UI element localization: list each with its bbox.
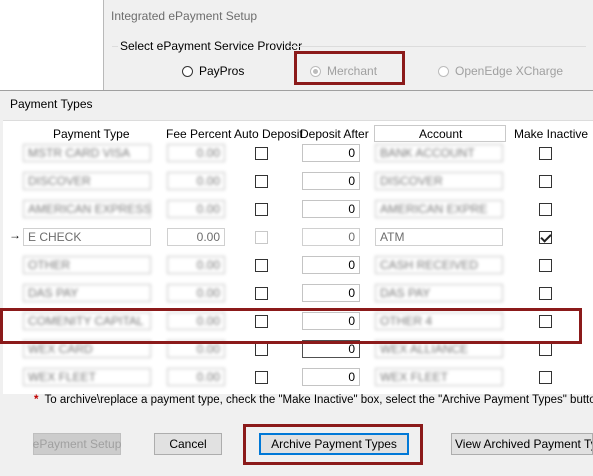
epayment-setup-button[interactable]: ePayment Setup [33, 433, 121, 455]
radio-circle [438, 65, 449, 77]
make-inactive-checkbox[interactable] [539, 287, 552, 300]
auto-deposit-checkbox[interactable] [255, 371, 268, 384]
make-inactive-checkbox[interactable] [539, 231, 552, 244]
auto-deposit-checkbox[interactable] [255, 231, 268, 244]
make-inactive-checkbox[interactable] [539, 371, 552, 384]
payment-type-field[interactable]: E CHECK [23, 228, 151, 246]
desktop-area [0, 0, 103, 90]
make-inactive-checkbox[interactable] [539, 147, 552, 160]
highlight-annotation [0, 308, 582, 344]
payment-type-field[interactable]: DISCOVER [23, 172, 151, 190]
column-header-make-inactive: Make Inactive [514, 127, 589, 141]
fee-percent-field[interactable]: 0.00 [167, 200, 225, 218]
fee-percent-field[interactable]: 0.00 [167, 256, 225, 274]
window-title: Integrated ePayment Setup [111, 9, 258, 23]
payment-types-dialog: Payment Types Payment Type Fee Percent A… [0, 90, 593, 476]
fee-percent-field[interactable]: 0.00 [167, 284, 225, 302]
make-inactive-checkbox[interactable] [539, 203, 552, 216]
column-header-deposit-after: Deposit After [300, 127, 369, 141]
make-inactive-checkbox[interactable] [539, 175, 552, 188]
deposit-after-field[interactable]: 0 [302, 144, 360, 162]
make-inactive-checkbox[interactable] [539, 343, 552, 356]
payment-type-field[interactable]: AMERICAN EXPRESS [23, 200, 151, 218]
provider-openedge-radio[interactable]: OpenEdge XCharge [438, 64, 563, 78]
auto-deposit-checkbox[interactable] [255, 343, 268, 356]
cancel-button[interactable]: Cancel [154, 433, 222, 455]
required-star-icon: * [34, 394, 39, 406]
fee-percent-field[interactable]: 0.00 [167, 144, 225, 162]
payment-type-field[interactable]: DAS PAY [23, 284, 151, 302]
account-field[interactable]: DISCOVER [375, 172, 503, 190]
highlight-annotation [243, 424, 423, 465]
auto-deposit-checkbox[interactable] [255, 287, 268, 300]
make-inactive-checkbox[interactable] [539, 259, 552, 272]
auto-deposit-checkbox[interactable] [255, 203, 268, 216]
auto-deposit-checkbox[interactable] [255, 175, 268, 188]
note-text: To archive\replace a payment type, check… [44, 394, 593, 406]
provider-group-label: Select ePayment Service Provider [120, 39, 303, 53]
dialog-title: Payment Types [10, 97, 93, 111]
payment-type-field[interactable]: WEX FLEET [23, 368, 151, 386]
column-header-account: Account [419, 127, 463, 141]
deposit-after-field[interactable]: 0 [302, 284, 360, 302]
view-archived-payment-types-button[interactable]: View Archived Payment Type [451, 433, 593, 455]
auto-deposit-checkbox[interactable] [255, 147, 268, 160]
table-row: MSTR CARD VISA 0.00 0 BANK ACCOUNT [3, 141, 593, 165]
column-header-auto-deposit: Auto Deposit [234, 127, 303, 141]
fee-percent-field[interactable]: 0.00 [167, 228, 225, 246]
radio-label: OpenEdge XCharge [455, 64, 564, 78]
deposit-after-field[interactable]: 0 [302, 172, 360, 190]
deposit-after-field[interactable]: 0 [302, 368, 360, 386]
account-field[interactable]: ATM [375, 228, 503, 246]
column-header-fee-percent: Fee Percent [166, 127, 232, 141]
radio-label: PayPros [199, 64, 245, 78]
group-border [112, 46, 118, 47]
current-row-arrow-icon: → [9, 228, 21, 242]
table-row: WEX FLEET 0.00 0 WEX FLEET [3, 365, 593, 389]
deposit-after-field[interactable]: 0 [302, 256, 360, 274]
table-row: DISCOVER 0.00 0 DISCOVER [3, 169, 593, 193]
deposit-after-field[interactable]: 0 [302, 228, 360, 246]
deposit-after-field[interactable]: 0 [302, 200, 360, 218]
radio-circle [182, 65, 193, 77]
account-field[interactable]: BANK ACCOUNT [375, 144, 503, 162]
account-field[interactable]: WEX FLEET [375, 368, 503, 386]
table-row: AMERICAN EXPRESS 0.00 0 AMERICAN EXPRE [3, 197, 593, 221]
auto-deposit-checkbox[interactable] [255, 259, 268, 272]
highlight-annotation [294, 51, 405, 85]
archive-instruction-note: * To archive\replace a payment type, chec… [34, 394, 593, 406]
account-field[interactable]: DAS PAY [375, 284, 503, 302]
payment-types-grid: Payment Type Fee Percent Auto Deposit De… [3, 120, 593, 394]
fee-percent-field[interactable]: 0.00 [167, 368, 225, 386]
table-row: OTHER 0.00 0 CASH RECEIVED [3, 253, 593, 277]
table-row: DAS PAY 0.00 0 DAS PAY [3, 281, 593, 305]
payment-type-field[interactable]: MSTR CARD VISA [23, 144, 151, 162]
provider-paypros-radio[interactable]: PayPros [182, 64, 244, 78]
group-border [286, 46, 586, 47]
column-header-payment-type: Payment Type [53, 127, 130, 141]
account-field[interactable]: AMERICAN EXPRE [375, 200, 503, 218]
account-field[interactable]: CASH RECEIVED [375, 256, 503, 274]
fee-percent-field[interactable]: 0.00 [167, 172, 225, 190]
payment-type-field[interactable]: OTHER [23, 256, 151, 274]
table-row-current: → E CHECK 0.00 0 ATM [3, 225, 593, 249]
